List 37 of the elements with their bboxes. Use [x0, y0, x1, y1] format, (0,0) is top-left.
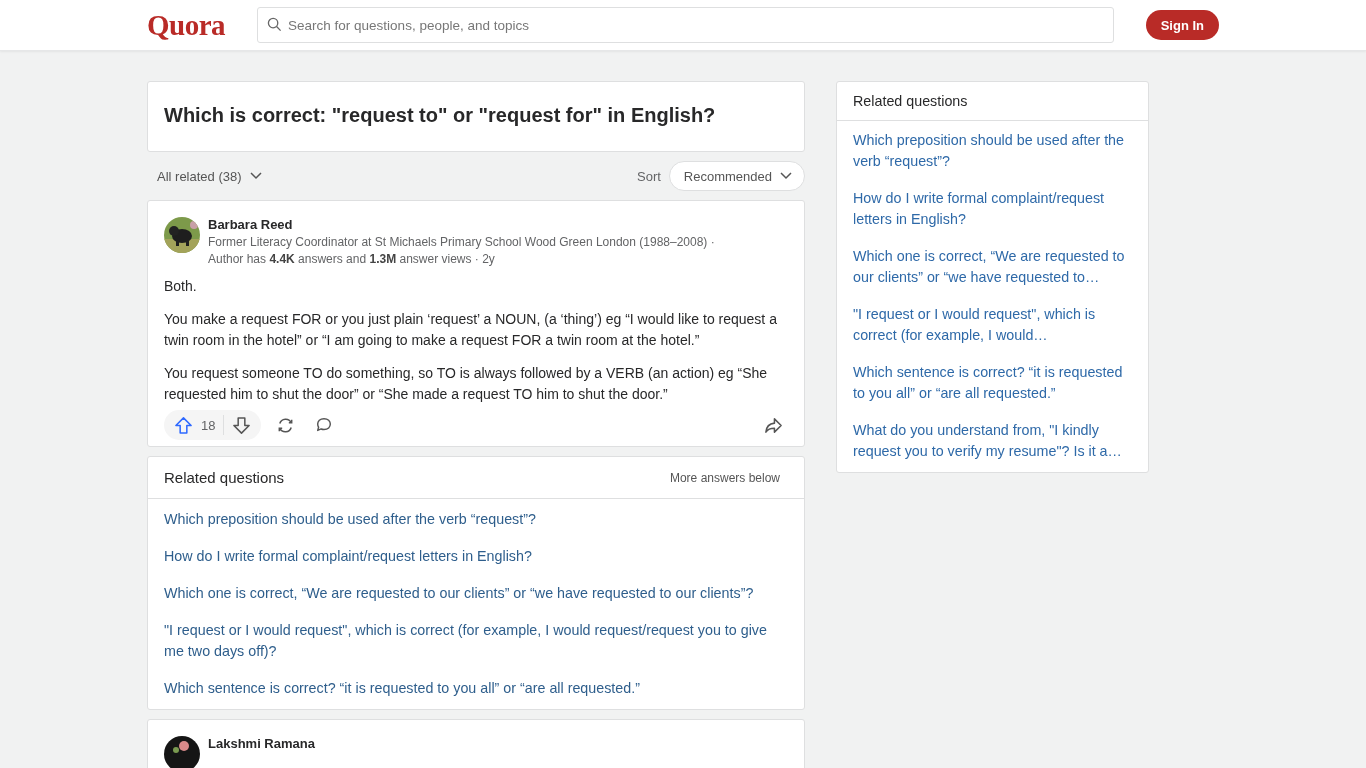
- downvote-button[interactable]: [232, 415, 252, 435]
- arrow-up-icon: [174, 415, 193, 435]
- sort-label: Sort: [637, 168, 661, 184]
- related-question-link[interactable]: "I request or I would request", which is correct (for example, I would request/request you to give me two days off)?: [164, 620, 788, 662]
- related-question-link[interactable]: Which preposition should be used after the verb “request”?: [164, 509, 788, 530]
- sort-dropdown[interactable]: Recommended: [668, 161, 805, 191]
- related-question-link[interactable]: How do I write formal complaint/request letters in English?: [164, 546, 788, 567]
- sign-in-button[interactable]: Sign In: [1145, 10, 1219, 40]
- logo[interactable]: Quora: [147, 8, 226, 42]
- search-field[interactable]: Search for questions, people, and topics: [257, 7, 1114, 43]
- comment-icon: [315, 416, 334, 434]
- search-icon: [267, 17, 283, 32]
- related-question-link[interactable]: Which one is correct, “We are requested to our clients” or “we have requested to…: [853, 246, 1132, 288]
- author-stats: Author has 4.4K answers and 1.3M answer views · 2y: [208, 252, 496, 266]
- author-credential: Former Literacy Coordinator at St Michaels Primary School Wood Green London (1988–2008) ·: [208, 235, 715, 249]
- related-questions-heading: Related questions: [164, 469, 285, 486]
- arrow-right-icon: [764, 415, 783, 435]
- more-answers-note: More answers below: [669, 470, 780, 485]
- answer-paragraph: You request someone TO do something, so TO is always followed by a VERB (an action) eg “She requested him to shut the door” or “She made a request TO him to shut the door.”: [164, 364, 769, 404]
- chevron-down-icon: [780, 172, 792, 180]
- answer-paragraph: You make a request FOR or you just plain ‘request’ a NOUN, (a ‘thing’) eg “I would like to request a twin room in the hotel” or “I am going to make a request FOR a twin room at the hotel.”: [164, 310, 778, 350]
- answer-paragraph: Both.: [164, 277, 198, 296]
- upvote-button[interactable]: 18: [174, 415, 216, 435]
- question-title: Which is correct: "request to" or "request for" in English?: [164, 103, 717, 128]
- related-question-link[interactable]: Which sentence is correct? “it is requested to you all” or “are all requested.”: [164, 678, 788, 699]
- related-question-link[interactable]: What do you understand from, "I kindly request you to verify my resume"? Is it a…: [853, 420, 1132, 462]
- related-question-link[interactable]: Which preposition should be used after the verb “request”?: [853, 130, 1132, 172]
- related-question-link[interactable]: "I request or I would request", which is correct (for example, I would…: [853, 304, 1132, 346]
- related-filter-dropdown[interactable]: All related (38): [157, 168, 262, 184]
- related-question-link[interactable]: Which one is correct, “We are requested to our clients” or “we have requested to our clients”?: [164, 583, 788, 604]
- chevron-down-icon: [249, 172, 262, 180]
- author-name[interactable]: Barbara Reed: [208, 217, 715, 232]
- related-question-link[interactable]: Which sentence is correct? “it is requested to you all” or “are all requested.”: [853, 362, 1132, 404]
- author-name[interactable]: Lakshmi Ramana: [208, 736, 315, 751]
- related-questions-heading: Related questions: [837, 82, 1148, 121]
- arrow-down-icon: [232, 415, 252, 435]
- related-question-link[interactable]: How do I write formal complaint/request letters in English?: [853, 188, 1132, 230]
